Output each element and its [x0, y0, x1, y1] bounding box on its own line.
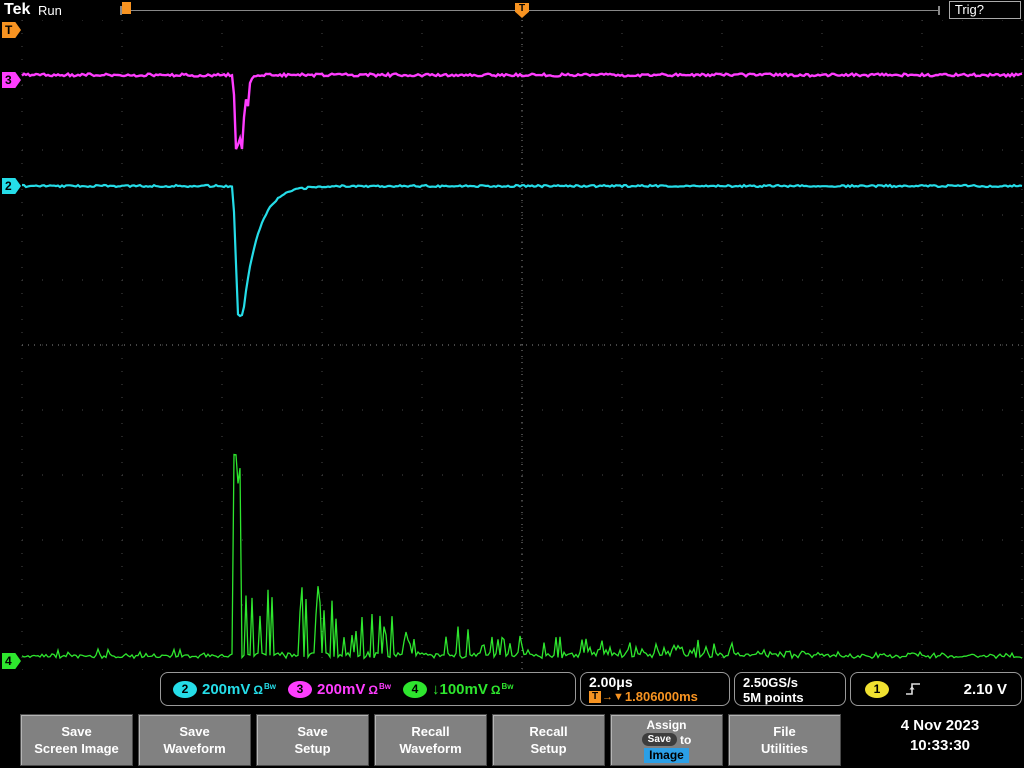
expansion-point-marker [122, 2, 131, 14]
file-utilities-button[interactable]: File Utilities [728, 714, 841, 766]
acquisition-status: Run [38, 3, 62, 18]
record-right-bracket [938, 6, 940, 15]
waveform-plot [21, 20, 1023, 670]
ch2-bandwidth-indicator: Bw [264, 681, 276, 691]
button-label-line: Setup [294, 740, 331, 756]
record-trigger-position-marker[interactable]: T [515, 3, 529, 18]
ch2-coupling: Ω [253, 682, 263, 697]
ch4-bandwidth-indicator: Bw [501, 681, 514, 691]
channel-readouts-box: 2 200mV ΩBw 3 200mV ΩBw 4 ↓100mV ΩBw [160, 672, 576, 706]
assign-suffix: to [680, 732, 692, 747]
save-screen-image-button[interactable]: Save Screen Image [20, 714, 133, 766]
button-label-line: Utilities [761, 740, 808, 756]
horizontal-delay-readout: T →▼ 1.806000ms [589, 690, 729, 704]
button-label-line: Save [297, 723, 328, 739]
horizontal-readout-box[interactable]: 2.00μs T →▼ 1.806000ms [580, 672, 730, 706]
delay-arrow-icon: →▼ [602, 691, 624, 703]
button-label-line: Waveform [399, 740, 462, 756]
trigger-status-indicator: Trig? [948, 1, 1021, 19]
sample-rate: 2.50GS/s [743, 675, 798, 690]
ch3-readout[interactable]: 3 200mV ΩBw [288, 680, 391, 698]
button-label-line: Recall [529, 723, 568, 739]
time-display: 10:33:30 [909, 737, 971, 754]
assign-target-image: Image [644, 747, 689, 763]
datetime-display: 4 Nov 2023 10:33:30 [856, 716, 1024, 756]
button-label-line: Waveform [163, 740, 226, 756]
waveform-display-area[interactable]: T 3 2 4 [0, 20, 1024, 670]
button-label-line: Setup [530, 740, 567, 756]
save-pill: Save [641, 733, 678, 746]
ch3-scale: 200mV ΩBw [317, 681, 391, 698]
trigger-readout-box[interactable]: 1 2.10 V [850, 672, 1022, 706]
rising-edge-icon [906, 683, 920, 695]
ch4-scale: ↓100mV ΩBw [432, 681, 514, 698]
tek-logo: Tek [4, 1, 31, 18]
ch4-coupling: Ω [490, 682, 501, 697]
save-waveform-button[interactable]: Save Waveform [138, 714, 251, 766]
ch4-scale-value: ↓100mV [432, 680, 488, 698]
trigger-source-badge[interactable]: 1 [865, 680, 889, 698]
button-label-line: Assign [646, 717, 687, 732]
assign-save-to-button[interactable]: Assign Save to Image [610, 714, 723, 766]
ch2-scale-value: 200mV [202, 680, 251, 698]
date-display: 4 Nov 2023 [900, 717, 980, 734]
ch2-badge[interactable]: 2 [173, 680, 197, 698]
readout-bar: 2 200mV ΩBw 3 200mV ΩBw 4 ↓100mV ΩBw 2.00μs… [0, 671, 1024, 709]
button-label-line: Screen Image [34, 740, 119, 756]
ch3-bandwidth-indicator: Bw [379, 681, 391, 691]
time-per-division: 2.00μs [589, 674, 633, 690]
ch3-scale-value: 200mV [317, 680, 366, 698]
save-setup-button[interactable]: Save Setup [256, 714, 369, 766]
ch4-badge[interactable]: 4 [403, 680, 427, 698]
trigger-level-value: 2.10 V [963, 680, 1007, 698]
button-label-line: Save [61, 723, 92, 739]
acquisition-readout-box[interactable]: 2.50GS/s 5M points [734, 672, 846, 706]
record-view-bar[interactable]: T [120, 2, 940, 18]
button-label-line: File [773, 723, 796, 739]
bottom-menu-bar: Save Screen Image Save Waveform Save Set… [20, 714, 841, 766]
ch3-badge[interactable]: 3 [288, 680, 312, 698]
record-length: 5M points [743, 690, 804, 705]
recall-waveform-button[interactable]: Recall Waveform [374, 714, 487, 766]
button-label-line: Recall [411, 723, 450, 739]
delay-value: 1.806000ms [624, 689, 698, 704]
ch4-readout[interactable]: 4 ↓100mV ΩBw [403, 680, 514, 698]
top-status-bar: Tek Run T Trig? [0, 0, 1024, 20]
delay-trigger-chip: T [589, 691, 601, 703]
ch2-readout[interactable]: 2 200mV ΩBw [173, 680, 276, 698]
ch3-coupling: Ω [368, 682, 378, 697]
assign-save-to-row: Save to [641, 732, 692, 747]
oscilloscope-screen: Tek Run T Trig? T 3 2 4 2 200mV ΩBw 3 200… [0, 0, 1024, 768]
ch2-scale: 200mV ΩBw [202, 681, 276, 698]
button-label-line: Save [179, 723, 210, 739]
recall-setup-button[interactable]: Recall Setup [492, 714, 605, 766]
